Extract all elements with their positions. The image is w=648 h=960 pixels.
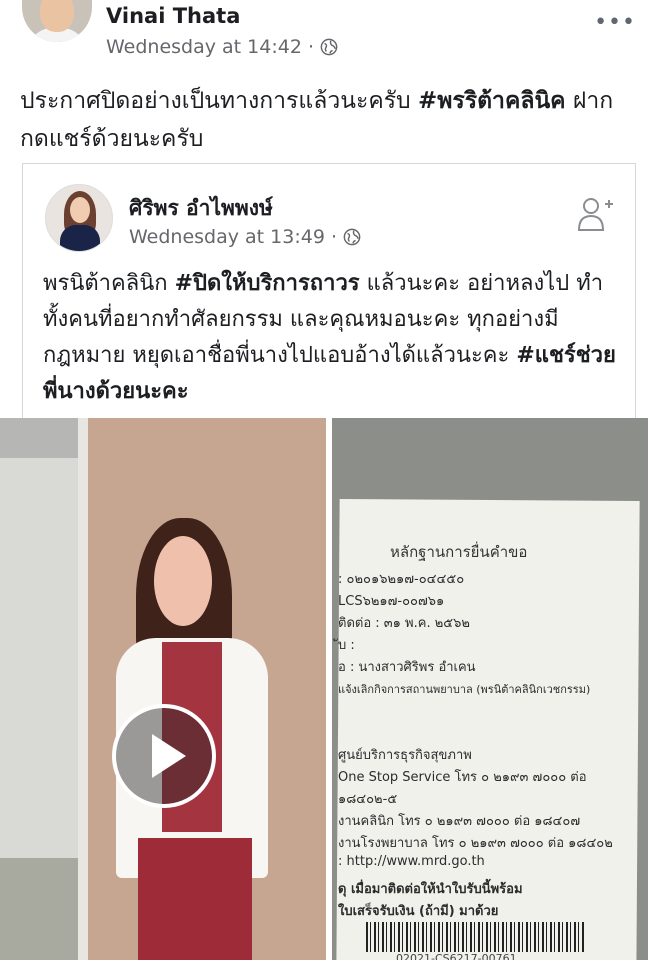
document-line: : ๐๒๐๑๖๒๑๗-๐๔๔๕๐ bbox=[338, 572, 465, 587]
post-timestamp[interactable]: Wednesday at 14:42 bbox=[106, 36, 302, 58]
shared-timestamp[interactable]: Wednesday at 13:49 bbox=[129, 226, 325, 248]
document-line: ดุ เมื่อมาติดต่อให้นำใบรับนี้พร้อม bbox=[338, 882, 523, 897]
video-thumbnail[interactable] bbox=[0, 418, 326, 960]
background-wall bbox=[0, 458, 78, 858]
document-line: ติดต่อ : ๓๑ พ.ค. ๒๕๖๒ bbox=[338, 616, 470, 631]
globe-icon[interactable] bbox=[343, 228, 361, 246]
more-options-icon[interactable]: ••• bbox=[594, 10, 636, 35]
globe-icon[interactable] bbox=[320, 38, 338, 56]
document-line: LCS๖๒๑๗-๐๐๗๖๑ bbox=[338, 594, 445, 609]
post-body: ประกาศปิดอย่างเป็นทางการแล้วนะครับ #พรริ… bbox=[20, 82, 630, 158]
avatar-face bbox=[40, 0, 74, 32]
play-icon bbox=[152, 734, 186, 778]
document-line: One Stop Service โทร ๐ ๒๑๙๓ ๗๐๐๐ ต่อ bbox=[338, 770, 587, 785]
shared-text-1: พรนิต้าคลินิก bbox=[43, 271, 175, 296]
post-author-name[interactable]: Vinai Thata bbox=[106, 4, 240, 28]
document-photo[interactable]: หลักฐานการยื่นคำขอ : ๐๒๐๑๖๒๑๗-๐๔๔๕๐ LCS๖… bbox=[332, 418, 648, 960]
shared-post-card[interactable]: ศิริพร อำไพพงษ์ Wednesday at 13:49 · พรน… bbox=[22, 163, 636, 424]
add-friend-icon[interactable] bbox=[575, 194, 615, 234]
post-hashtag[interactable]: #พรริต้าคลินิค bbox=[418, 88, 566, 114]
barcode-number: 02021-CS6217-00761 bbox=[396, 952, 517, 960]
document-line: อ : นางสาวศิริพร อำเคน bbox=[338, 660, 476, 675]
play-button[interactable] bbox=[112, 704, 216, 808]
document-line: ับ : bbox=[338, 638, 355, 653]
background-floor bbox=[0, 858, 78, 960]
document-line: ใบเสร็จรับเงิน (ถ้ามี) มาด้วย bbox=[338, 904, 499, 919]
document-line: แจ้งเลิกกิจการสถานพยาบาล (พรนิต้าคลินิกเ… bbox=[338, 683, 591, 696]
document-line: : http://www.mrd.go.th bbox=[338, 854, 485, 869]
avatar-body bbox=[60, 225, 100, 251]
shared-author-name[interactable]: ศิริพร อำไพพงษ์ bbox=[129, 192, 273, 225]
document-line: ศูนย์บริการธุรกิจสุขภาพ bbox=[338, 748, 472, 763]
meta-separator: · bbox=[307, 36, 314, 58]
shared-body: พรนิต้าคลินิก #ปิดให้บริการถาวร แล้วนะคะ… bbox=[43, 266, 623, 410]
shared-meta: Wednesday at 13:49 · bbox=[129, 226, 361, 248]
document-line: งานคลินิก โทร ๐ ๒๑๙๓ ๗๐๐๐ ต่อ ๑๘๔๐๗ bbox=[338, 814, 581, 829]
barcode bbox=[366, 922, 586, 952]
shared-hashtag-1[interactable]: #ปิดให้บริการถาวร bbox=[175, 271, 360, 296]
avatar-face bbox=[70, 197, 90, 223]
document-title: หลักฐานการยื่นคำขอ bbox=[390, 543, 528, 561]
post-text-1: ประกาศปิดอย่างเป็นทางการแล้วนะครับ bbox=[20, 88, 418, 114]
document-line: ๑๘๔๐๒-๕ bbox=[338, 792, 398, 807]
shared-author-avatar[interactable] bbox=[45, 184, 113, 252]
post-meta: Wednesday at 14:42 · bbox=[106, 36, 338, 58]
author-avatar[interactable] bbox=[22, 0, 92, 42]
meta-separator: · bbox=[330, 226, 337, 248]
document-line: งานโรงพยาบาล โทร ๐ ๒๑๙๓ ๗๐๐๐ ต่อ ๑๘๔๐๒ bbox=[338, 836, 613, 851]
media-grid: หลักฐานการยื่นคำขอ : ๐๒๐๑๖๒๑๗-๐๔๔๕๐ LCS๖… bbox=[0, 418, 648, 960]
figure-pants bbox=[138, 838, 252, 960]
figure-face bbox=[154, 536, 212, 626]
